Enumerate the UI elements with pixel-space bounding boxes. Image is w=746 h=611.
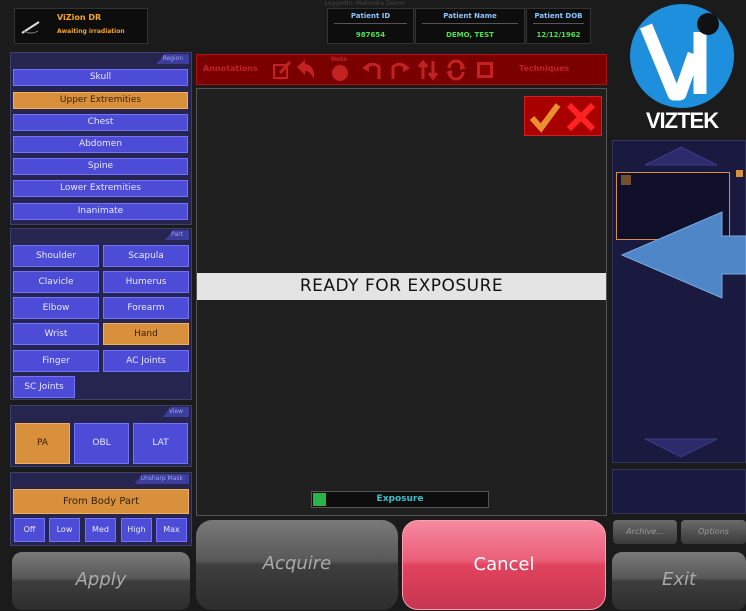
patient-id-label: Patient ID — [350, 12, 391, 20]
part-clavicle-button[interactable]: Clavicle — [13, 271, 99, 293]
mask-low-button[interactable]: Low — [49, 518, 80, 542]
mask-off-button[interactable]: Off — [14, 518, 45, 542]
scroll-down-icon[interactable] — [643, 437, 719, 459]
rotate-icon[interactable] — [445, 59, 467, 81]
mask-max-button[interactable]: Max — [156, 518, 187, 542]
patient-dob-label: Patient DOB — [534, 12, 583, 20]
close-icon[interactable] — [565, 101, 597, 133]
part-scapula-button[interactable]: Scapula — [103, 245, 189, 267]
region-inanimate-button[interactable]: Inanimate — [13, 203, 188, 220]
view-pa-button[interactable]: PA — [15, 423, 70, 464]
device-name: ViZion DR — [57, 13, 102, 22]
detector-icon — [21, 21, 40, 34]
acquire-button[interactable]: Acquire — [196, 520, 398, 610]
annotation-toolbar: Annotations Note Techniques — [196, 54, 607, 85]
part-humerus-button[interactable]: Humerus — [103, 271, 189, 293]
part-hand-button[interactable]: Hand — [103, 323, 189, 345]
part-wrist-button[interactable]: Wrist — [13, 323, 99, 345]
part-sc-joints-button[interactable]: SC Joints — [13, 376, 75, 398]
part-finger-button[interactable]: Finger — [13, 350, 99, 372]
ready-for-exposure-banner: READY FOR EXPOSURE — [197, 273, 606, 300]
part-ac-joints-button[interactable]: AC Joints — [103, 350, 189, 372]
brand-name: VIZTEK — [645, 108, 719, 133]
shutter-icon[interactable] — [474, 59, 496, 81]
patient-name-label: Patient Name — [443, 12, 497, 20]
patient-dob-value: 12/12/1962 — [536, 31, 581, 39]
device-status-box: ViZion DR Awaiting irradiation — [14, 8, 148, 44]
pointer-left-arrow-icon — [620, 211, 746, 299]
flip-icon[interactable] — [417, 59, 439, 81]
archive-button[interactable]: Archive... — [613, 520, 677, 544]
region-lower-extremities-button[interactable]: Lower Extremities — [13, 180, 188, 197]
info-panel — [612, 469, 746, 514]
patient-id-value: 987654 — [355, 31, 386, 39]
redo-icon[interactable] — [389, 59, 411, 81]
part-forearm-button[interactable]: Forearm — [103, 297, 189, 319]
techniques-label[interactable]: Techniques — [519, 64, 569, 73]
exposure-label: Exposure — [376, 494, 424, 504]
mask-med-button[interactable]: Med — [85, 518, 116, 542]
region-upper-extremities-button[interactable]: Upper Extremities — [13, 92, 188, 109]
cancel-button[interactable]: Cancel — [402, 520, 606, 610]
part-elbow-button[interactable]: Elbow — [13, 297, 99, 319]
pointer-arrow-icon[interactable] — [295, 59, 317, 81]
patient-dob-box: Patient DOB 12/12/1962 — [526, 8, 591, 44]
region-spine-button[interactable]: Spine — [13, 158, 188, 175]
region-title: Region — [156, 54, 189, 64]
mask-high-button[interactable]: High — [121, 518, 152, 542]
undo-icon[interactable] — [361, 59, 383, 81]
marker-icon[interactable] — [329, 61, 351, 83]
from-body-part-button[interactable]: From Body Part — [13, 489, 189, 514]
region-skull-button[interactable]: Skull — [13, 69, 188, 86]
annotations-label: Annotations — [203, 64, 258, 73]
edit-icon[interactable] — [271, 59, 293, 81]
options-button[interactable]: Options — [681, 520, 746, 544]
exposure-indicator: Exposure — [311, 491, 489, 508]
logged-in-user: LoggedIn: Mahindra Devon — [324, 0, 406, 7]
hand-thumbnail-icon — [621, 175, 631, 185]
thumbnail-marker — [736, 170, 743, 177]
patient-name-box: Patient Name DEMO, TEST — [415, 8, 525, 44]
patient-name-value: DEMO, TEST — [446, 31, 494, 39]
part-title: Part — [165, 230, 189, 240]
patient-id-box: Patient ID 987654 — [327, 8, 414, 44]
device-status: Awaiting irradiation — [57, 28, 125, 35]
scroll-up-icon[interactable] — [643, 145, 719, 167]
accept-reject-box — [524, 96, 602, 136]
view-title: View — [162, 407, 189, 417]
check-icon[interactable] — [529, 101, 561, 133]
unsharp-mask-title: Unsharp Mask — [134, 474, 189, 484]
viztek-logo: VIZTEK — [618, 2, 746, 136]
apply-button[interactable]: Apply — [12, 552, 190, 610]
image-viewer — [196, 88, 607, 516]
region-abdomen-button[interactable]: Abdomen — [13, 136, 188, 153]
exit-button[interactable]: Exit — [612, 552, 746, 610]
view-lat-button[interactable]: LAT — [133, 423, 188, 464]
region-chest-button[interactable]: Chest — [13, 114, 188, 131]
view-obl-button[interactable]: OBL — [74, 423, 129, 464]
part-shoulder-button[interactable]: Shoulder — [13, 245, 99, 267]
